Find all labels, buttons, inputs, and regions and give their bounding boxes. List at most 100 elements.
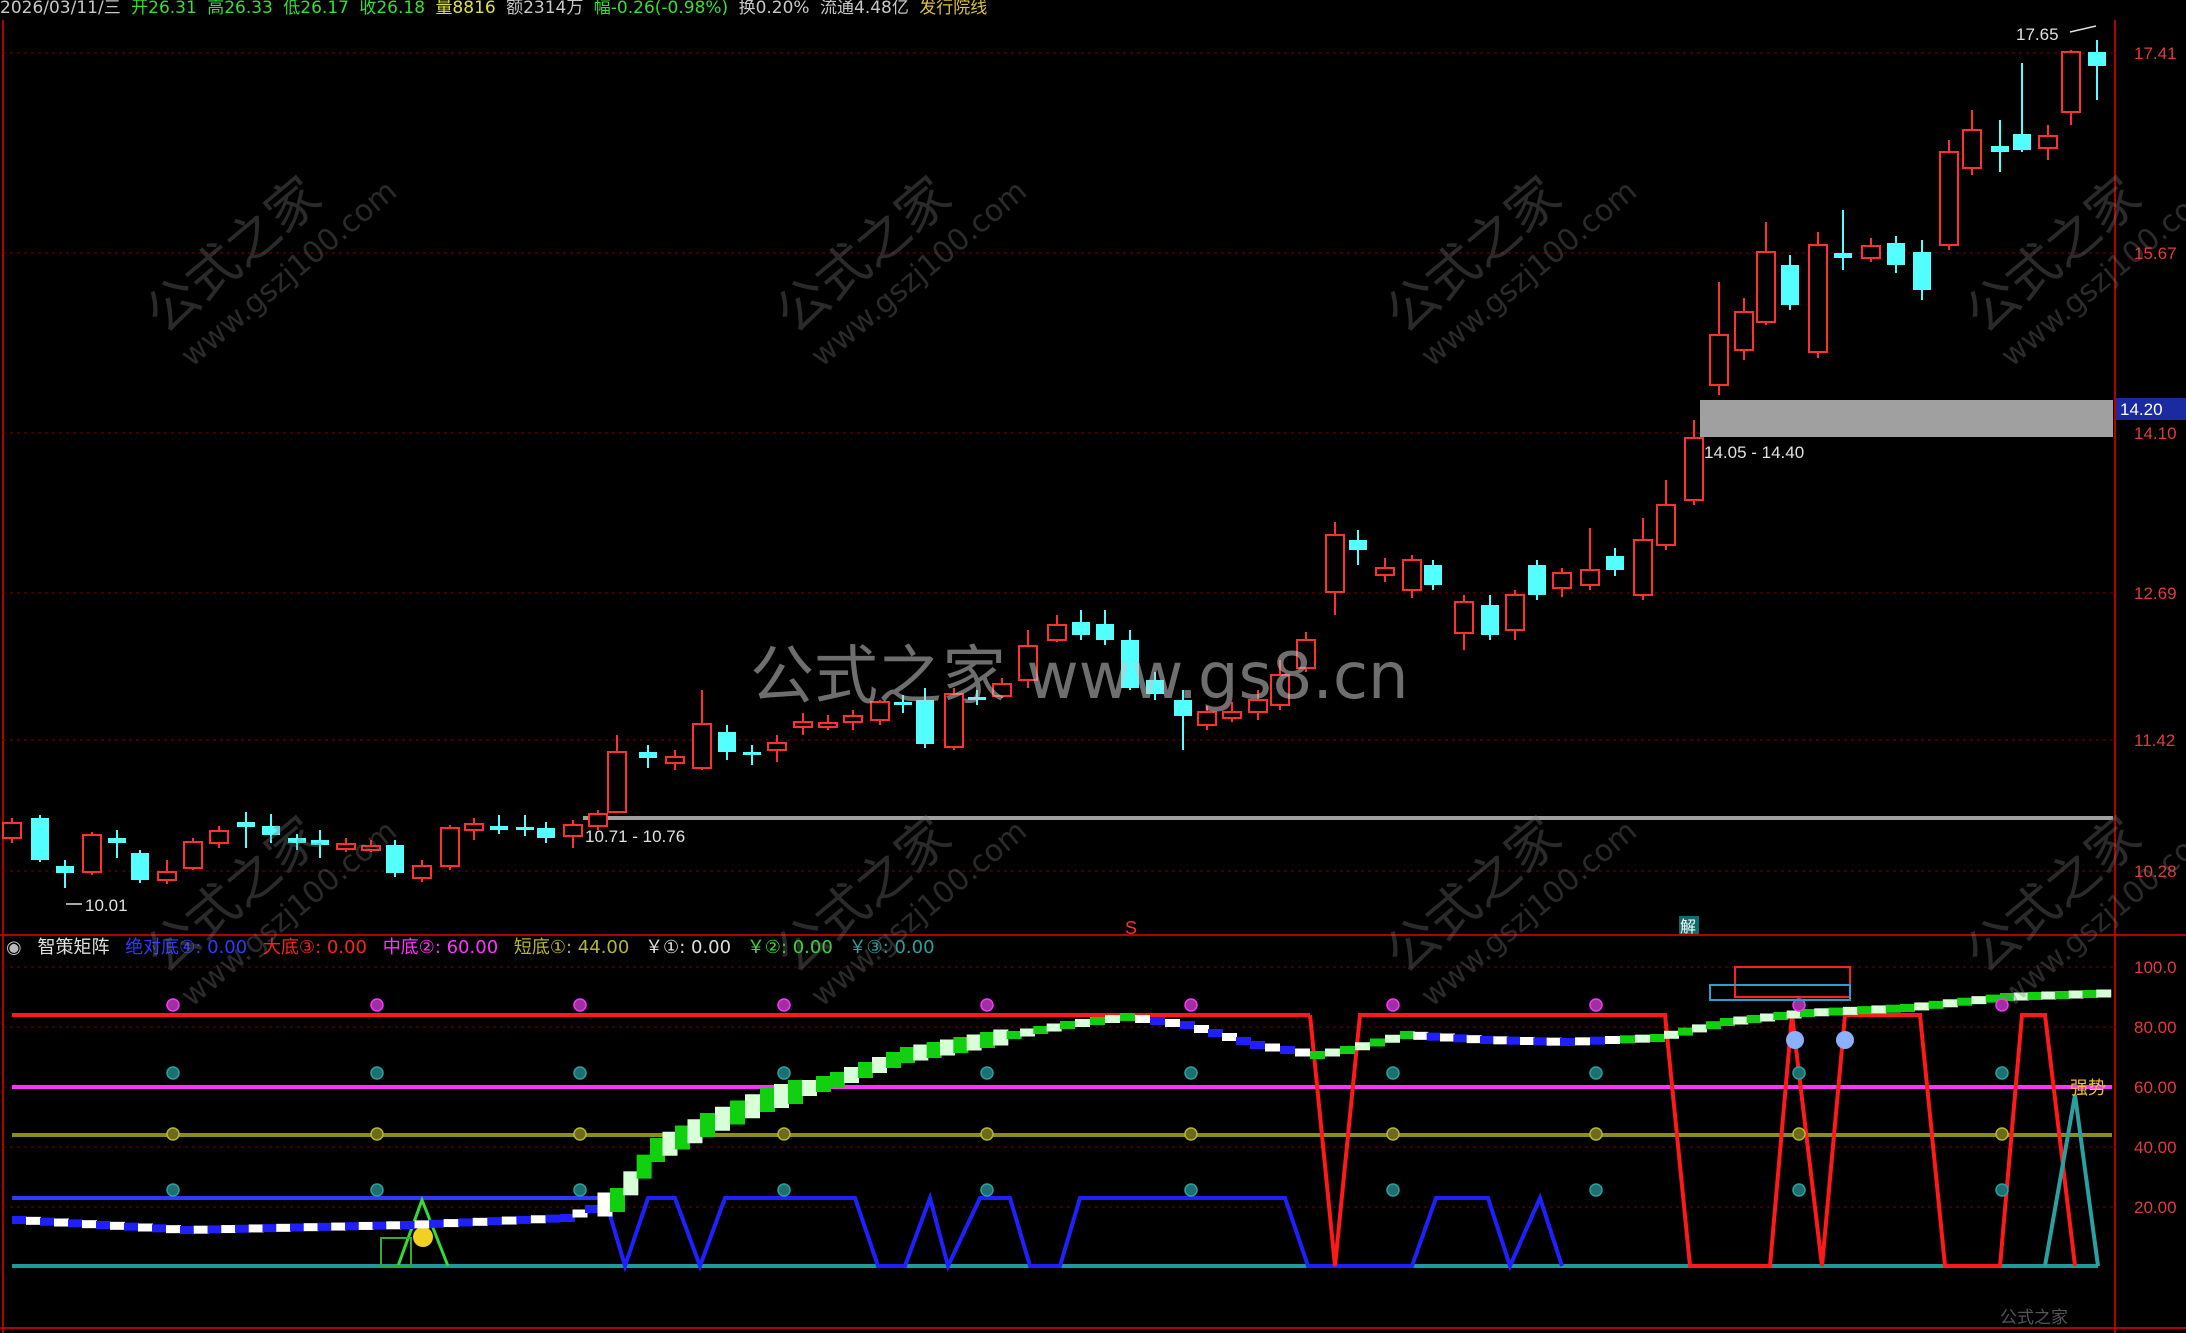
candle-body — [563, 824, 583, 837]
candle-body — [1913, 252, 1931, 290]
trend-band-segment — [636, 1154, 652, 1179]
level-circle-marker — [1589, 998, 1603, 1012]
indicator-name[interactable]: 智策矩阵 — [37, 937, 109, 958]
trend-band-segment — [235, 1224, 250, 1233]
candle-body — [1834, 253, 1852, 258]
trend-band-segment — [345, 1222, 360, 1231]
price-tick: 17.41 — [2134, 44, 2177, 63]
indicator-tick: 20.00 — [2134, 1198, 2177, 1217]
trend-band-segment — [1355, 1042, 1370, 1051]
candle-body — [1808, 244, 1828, 353]
level-circle-marker — [1184, 1127, 1198, 1141]
trend-band-segment — [1090, 1017, 1105, 1025]
trend-band-segment — [926, 1042, 942, 1058]
trend-band-segment — [1440, 1033, 1455, 1042]
trend-band-segment — [152, 1224, 167, 1233]
indicator-tick: 60.00 — [2134, 1078, 2177, 1097]
high-mark-arrow — [2069, 25, 2097, 33]
trend-band-segment — [1180, 1021, 1195, 1029]
indicator-tick: 80.00 — [2134, 1018, 2177, 1037]
low-price-mark: 10.01 — [85, 896, 128, 915]
indicator-axis-ticks: 100.0 80.00 60.00 40.00 20.00 — [2134, 958, 2177, 1217]
upper-zone-label: 14.05 - 14.40 — [1704, 443, 1804, 462]
candle-body — [336, 843, 356, 850]
trend-band-segment — [180, 1226, 195, 1234]
trend-band-segment — [1773, 1012, 1789, 1020]
level-circle-marker — [1792, 1127, 1806, 1141]
candle-body — [1325, 534, 1345, 593]
level-circle-marker — [1995, 1183, 2009, 1197]
trend-band-segment — [1046, 1023, 1062, 1032]
candle-body — [718, 732, 736, 752]
trend-band-segment — [1706, 1021, 1721, 1030]
trend-band-segment — [1957, 997, 1973, 1006]
trend-band-segment — [1150, 1017, 1165, 1025]
trend-band-segment — [1560, 1038, 1575, 1046]
level-circle-marker — [1386, 998, 1400, 1012]
trend-band-segment — [1590, 1036, 1605, 1045]
level-circle-marker — [1589, 1066, 1603, 1080]
level-circle-marker — [1386, 1066, 1400, 1080]
level-circle-marker — [1995, 1066, 2009, 1080]
trend-band-segment — [2068, 990, 2084, 999]
trend-band-segment — [429, 1219, 445, 1228]
candle-body — [1580, 569, 1600, 586]
level-circle-marker — [980, 1183, 994, 1197]
trend-band-segment — [2082, 990, 2098, 998]
level-circle-marker — [573, 1066, 587, 1080]
candle-body — [56, 866, 74, 873]
trend-band-segment — [1857, 1006, 1873, 1015]
candle-body — [412, 865, 432, 879]
candle-body — [262, 826, 280, 835]
trend-band-segment — [1871, 1005, 1887, 1014]
level-circle-marker — [166, 1183, 180, 1197]
candle-body — [2038, 135, 2058, 149]
trend-band-segment — [1900, 1004, 1915, 1012]
candle-body — [767, 742, 787, 751]
level-circle-marker — [1386, 1127, 1400, 1141]
trend-band-segment — [774, 1084, 789, 1108]
trend-band-segment — [966, 1034, 982, 1051]
trend-band-segment — [802, 1080, 817, 1096]
trend-band-segment — [1914, 1002, 1930, 1011]
resistance-box-marker — [1734, 966, 1851, 998]
trend-band-segment — [2027, 992, 2043, 1000]
candle-body — [1656, 504, 1676, 546]
trend-band-segment — [1236, 1037, 1251, 1045]
trend-band-segment — [331, 1222, 347, 1231]
candle-body — [288, 838, 306, 843]
trend-band-segment — [1678, 1027, 1693, 1036]
trend-band-segment — [1605, 1036, 1620, 1044]
trend-band-segment — [1222, 1033, 1237, 1041]
trend-band-segment — [372, 1221, 388, 1230]
trend-band-segment — [993, 1029, 1009, 1046]
indicator-toggle-icon[interactable]: ◉ — [6, 937, 22, 958]
candle-body — [588, 813, 608, 827]
trend-band-segment — [844, 1067, 859, 1083]
trend-band-segment — [980, 1032, 995, 1048]
trend-band-segment — [40, 1217, 55, 1226]
candle-body — [2013, 134, 2031, 150]
trend-band-segment — [221, 1225, 237, 1234]
trend-band-segment — [1760, 1013, 1775, 1022]
candle-body — [1991, 146, 2009, 152]
level-circle-marker — [1995, 1127, 2009, 1141]
trend-band-segment — [1426, 1032, 1442, 1041]
trend-band-segment — [207, 1225, 223, 1234]
level-circle-marker — [166, 1127, 180, 1141]
trend-band-segment — [2055, 991, 2070, 999]
trend-band-segment — [1828, 1007, 1844, 1016]
trend-band-segment — [472, 1217, 488, 1226]
candle-body — [237, 822, 255, 827]
trend-band-segment — [1733, 1016, 1749, 1025]
candle-body — [108, 838, 126, 843]
trend-band-segment — [1280, 1046, 1295, 1054]
trend-band-segment — [1075, 1019, 1090, 1027]
candle-body — [1552, 572, 1572, 589]
resistance-zone — [1700, 400, 2113, 437]
level-circle-marker — [370, 1127, 384, 1141]
trend-band-segment — [1720, 1018, 1735, 1026]
trend-band-segment — [1575, 1037, 1590, 1046]
candle-body — [183, 841, 203, 869]
level-circle-marker — [166, 998, 180, 1012]
